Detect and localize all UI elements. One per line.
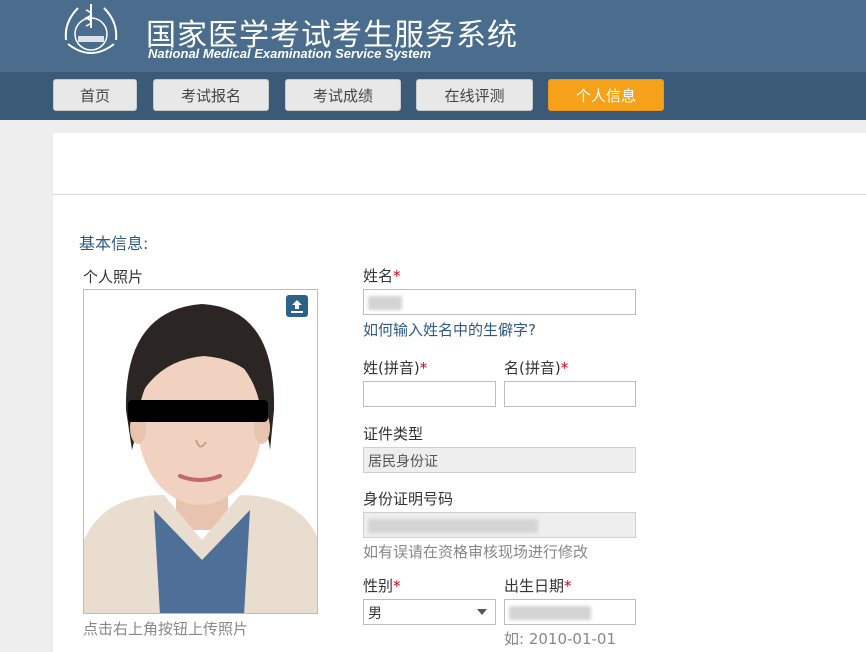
birth-date-input[interactable] <box>504 599 636 625</box>
surname-pinyin-label: 姓(拼音)* <box>363 359 428 377</box>
id-number-hint: 如有误请在资格审核现场进行修改 <box>363 543 589 561</box>
site-title-en: National Medical Examination Service Sys… <box>148 46 432 61</box>
nav-exam-registration[interactable]: 考试报名 <box>153 79 269 111</box>
main-nav: 首页 考试报名 考试成绩 在线评测 个人信息 <box>0 72 866 120</box>
birth-date-example: 如: 2010-01-01 <box>504 630 616 648</box>
gender-select[interactable]: 男 <box>363 599 496 625</box>
surname-pinyin-input[interactable] <box>363 381 496 407</box>
birth-date-label: 出生日期* <box>504 577 572 595</box>
section-title-basic-info: 基本信息: <box>79 234 149 253</box>
upload-icon <box>291 300 303 313</box>
site-header: 国家医学考试考生服务系统 National Medical Examinatio… <box>0 0 866 72</box>
medical-emblem-logo <box>64 4 118 54</box>
upload-photo-button[interactable] <box>286 295 308 317</box>
photo-label: 个人照片 <box>83 268 144 286</box>
name-input[interactable] <box>363 289 636 315</box>
redacted-id-number <box>368 519 538 533</box>
chevron-down-icon <box>477 609 487 615</box>
redacted-name <box>368 296 402 310</box>
name-label: 姓名* <box>363 267 401 285</box>
nav-exam-scores[interactable]: 考试成绩 <box>285 79 401 111</box>
given-name-pinyin-label: 名(拼音)* <box>504 359 569 377</box>
portrait-image <box>84 290 317 613</box>
id-number-field <box>363 512 636 538</box>
profile-photo <box>83 289 318 614</box>
nav-online-assessment[interactable]: 在线评测 <box>416 79 533 111</box>
nav-home[interactable]: 首页 <box>53 79 137 111</box>
redacted-birth-date <box>509 606 591 620</box>
nav-personal-info[interactable]: 个人信息 <box>548 79 664 111</box>
id-type-label: 证件类型 <box>363 425 424 443</box>
photo-upload-hint: 点击右上角按钮上传照片 <box>83 620 249 638</box>
panel-divider <box>53 194 866 195</box>
id-type-field: 居民身份证 <box>363 447 636 473</box>
gender-label: 性别* <box>363 577 401 595</box>
rare-character-help-link[interactable]: 如何输入姓名中的生僻字? <box>363 319 536 340</box>
id-number-label: 身份证明号码 <box>363 490 454 508</box>
given-name-pinyin-input[interactable] <box>504 381 636 407</box>
